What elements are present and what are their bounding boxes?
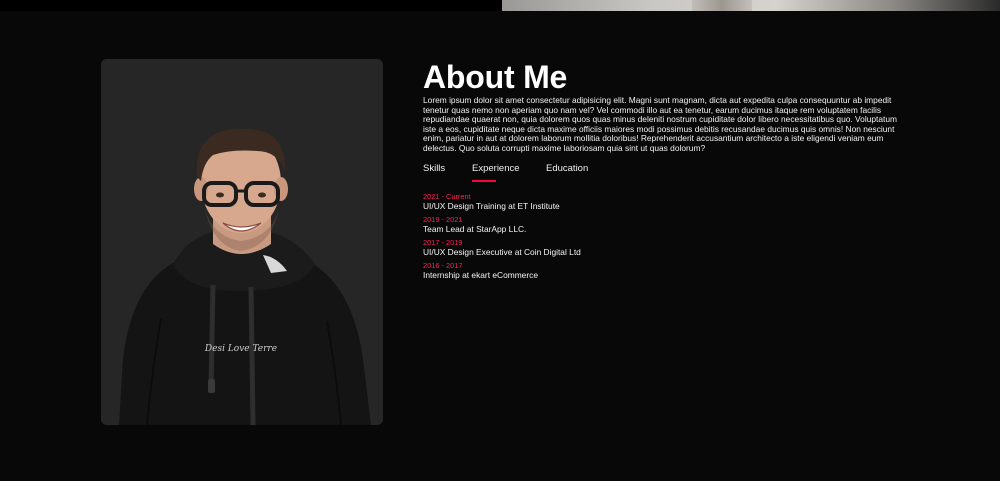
tab-experience[interactable]: Experience bbox=[472, 163, 546, 183]
list-item: 2019 - 2021 Team Lead at StarApp LLC. bbox=[423, 215, 908, 234]
entry-role: UI/UX Design Training at ET Institute bbox=[423, 201, 560, 211]
list-item: 2016 - 2017 Internship at ekart eCommerc… bbox=[423, 261, 908, 280]
entry-role: UI/UX Design Executive at Coin Digital L… bbox=[423, 247, 581, 257]
portrait-illustration: Desi Love Terre bbox=[101, 59, 383, 425]
tab-bar: Skills Experience Education bbox=[423, 163, 908, 183]
profile-photo: Desi Love Terre bbox=[101, 59, 383, 425]
entry-role: Internship at ekart eCommerce bbox=[423, 270, 538, 280]
list-item: 2017 - 2019 UI/UX Design Executive at Co… bbox=[423, 238, 908, 257]
tab-education[interactable]: Education bbox=[546, 163, 606, 183]
bio-paragraph: Lorem ipsum dolor sit amet consectetur a… bbox=[423, 96, 897, 153]
entry-role: Team Lead at StarApp LLC. bbox=[423, 224, 527, 234]
entry-years: 2021 - Current bbox=[423, 192, 471, 201]
about-page: Desi Love Terre About Me Lorem ipsum dol… bbox=[0, 0, 1000, 481]
entry-years: 2017 - 2019 bbox=[423, 238, 463, 247]
about-section: About Me Lorem ipsum dolor sit amet cons… bbox=[423, 58, 908, 284]
page-title: About Me bbox=[423, 59, 568, 95]
entry-years: 2016 - 2017 bbox=[423, 261, 463, 270]
hoodie-print: Desi Love Terre bbox=[204, 344, 277, 354]
tab-skills[interactable]: Skills bbox=[423, 163, 472, 183]
hero-image-edge bbox=[502, 0, 1000, 11]
list-item: 2021 - Current UI/UX Design Training at … bbox=[423, 192, 908, 211]
entry-years: 2019 - 2021 bbox=[423, 215, 463, 224]
experience-list: 2021 - Current UI/UX Design Training at … bbox=[423, 192, 908, 280]
